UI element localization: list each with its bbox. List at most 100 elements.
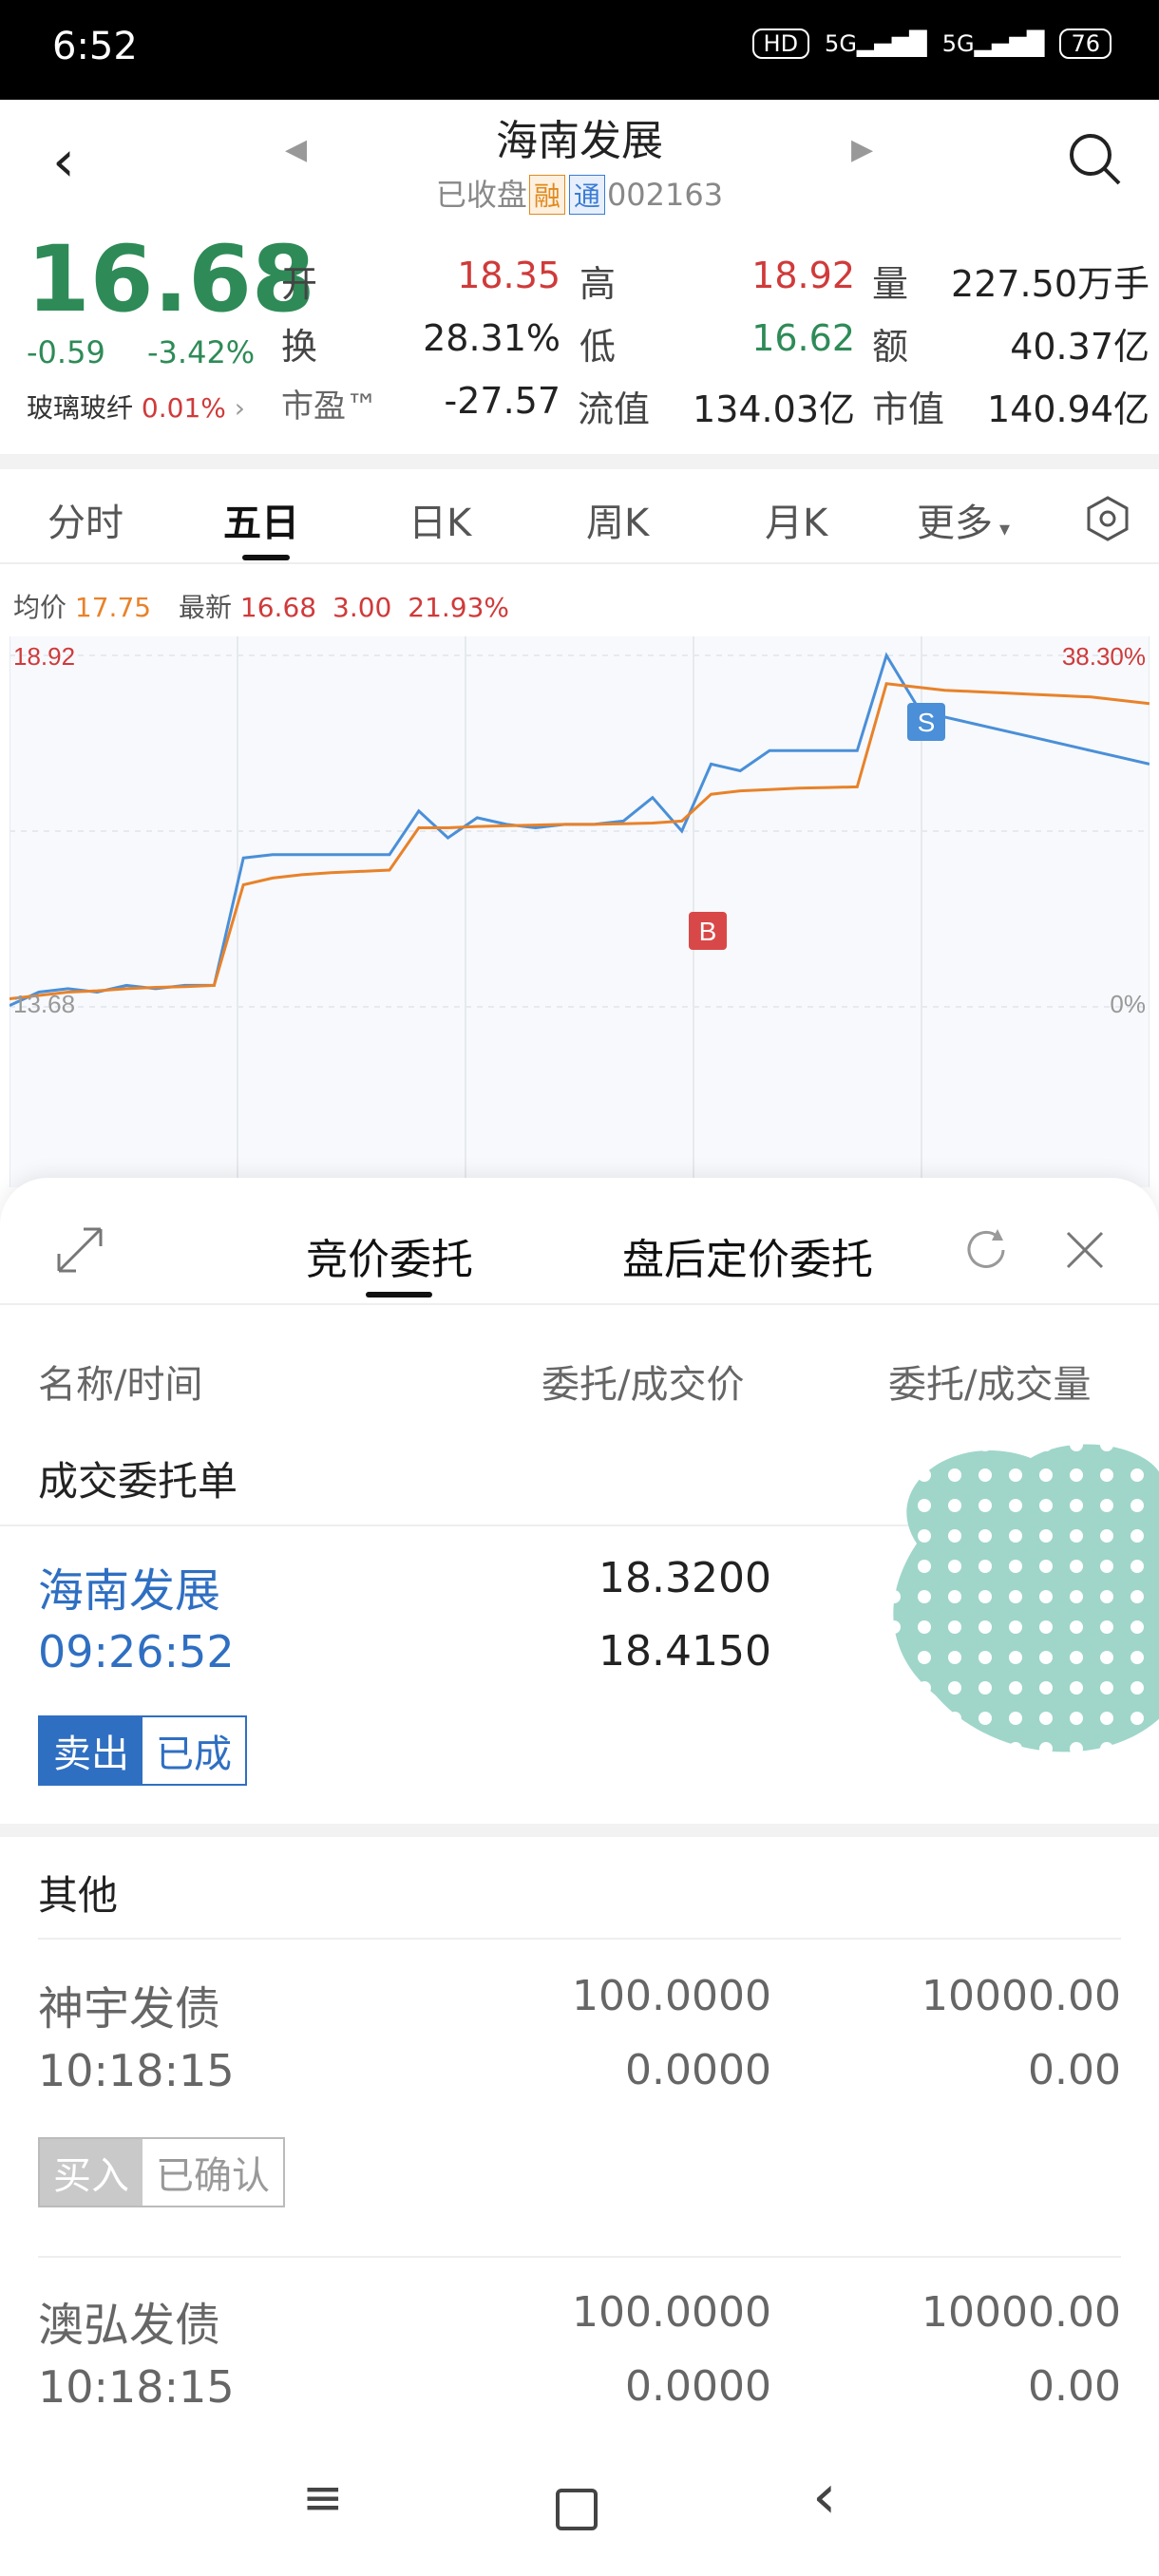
mcap-label: 市值 [872,388,945,430]
other-status-badge: 买入 已确认 [38,2137,285,2207]
side-label: 卖出 [40,1717,142,1784]
signal-icon: 5G▂▄▆█ [825,30,927,57]
tab-weekly-k[interactable]: 周K [586,492,649,547]
current-price: 16.68 [27,226,315,332]
other-qty: 10000.00 [922,1972,1121,2020]
other-price-2: 100.0000 [572,2288,771,2337]
chart-background [10,636,1150,1187]
other-filled-price-2: 0.0000 [625,2362,771,2411]
other-name[interactable]: 神宇发债 [38,1971,220,2037]
price-change: -0.59 [27,334,105,370]
y-top-label: 18.92 [13,642,75,671]
col-name-time: 名称/时间 [38,1363,203,1407]
tab-five-day[interactable]: 五日 [223,492,299,547]
amount-value: 40.37亿 [1010,326,1150,368]
margin-tag: 融 [528,175,565,215]
high-label: 高 [580,263,617,305]
sector-link[interactable]: 玻璃玻纤 0.01% › [27,388,245,426]
other-filled-qty: 0.00 [1028,2046,1121,2094]
y-bottom-pct-label: 0% [1110,990,1146,1018]
net2-label: 5G [941,30,975,57]
sheet-tab-indicator [366,1292,432,1297]
latest-change: 3.00 [332,592,392,623]
other-qty-2: 10000.00 [922,2288,1121,2337]
battery-icon: 76 [1059,28,1112,59]
volume-label: 量 [872,263,909,305]
net1-label: 5G [825,30,857,57]
tab-intraday[interactable]: 分时 [48,492,124,547]
amount-label: 额 [872,326,909,368]
tab-indicator [242,555,290,560]
state-label: 已成 [156,1733,232,1776]
more-label: 更多 [917,502,993,545]
tab-daily-k[interactable]: 日K [408,492,471,547]
decorative-blob [893,1444,1159,1752]
order-filled-price: 18.4150 [598,1627,771,1676]
divider [38,2256,1121,2258]
divider [0,562,1159,564]
chart-legend: 均价 17.75 最新 16.68 3.00 21.93% [13,587,509,625]
refresh-icon[interactable] [961,1225,1011,1275]
state-label: 已确认 [156,2154,270,2198]
trade-marker-label: S [918,708,936,737]
order-name[interactable]: 海南发展 [38,1553,220,1619]
trade-marker-label: B [699,917,717,946]
status-icons: HD 5G▂▄▆█ 5G▂▄▆█ 76 [751,28,1112,59]
turnover-value: 28.31% [423,317,560,359]
open-label: 开 [281,263,318,305]
settings-icon[interactable] [1083,494,1132,543]
order-status-badge: 卖出 已成 [38,1715,247,1786]
side-label: 买入 [40,2139,142,2206]
tab-auction-order[interactable]: 竞价委托 [306,1225,473,1286]
avg-label: 均价 [13,592,67,623]
float-label: 流值 [578,388,651,430]
col-quantity: 委托/成交量 [888,1363,1092,1407]
y-top-pct-label: 38.30% [1062,642,1146,671]
latest-value: 16.68 [239,592,317,623]
pe-label: 市盈™ [281,388,378,426]
tab-more[interactable]: 更多 ▾ [917,492,1010,547]
other-price: 100.0000 [572,1972,771,2020]
divider [38,1938,1121,1940]
sector-name: 玻璃玻纤 [27,392,134,424]
signal-icon-2: 5G▂▄▆█ [941,30,1045,57]
market-status: 已收盘 [435,177,527,213]
tab-after-hours-order[interactable]: 盘后定价委托 [622,1225,873,1286]
status-time: 6:52 [52,25,138,68]
other-name-2[interactable]: 澳弘发债 [38,2287,220,2354]
volume-value: 227.50万手 [951,263,1150,305]
pe-value: -27.57 [444,380,561,422]
latest-label: 最新 [179,592,233,623]
stock-code: 002163 [606,177,724,213]
float-value: 134.03亿 [693,388,855,430]
expand-icon[interactable] [55,1225,104,1275]
other-filled-qty-2: 0.00 [1028,2362,1121,2411]
back-nav-icon[interactable]: ‹ [812,2462,837,2532]
latest-change-pct: 21.93% [408,592,510,623]
section-other: 其他 [38,1872,119,1919]
search-icon[interactable] [1064,128,1125,189]
menu-icon[interactable]: ≡ [302,2470,344,2527]
price-change-pct: -3.42% [147,334,256,370]
open-value: 18.35 [457,255,560,296]
stock-subtitle: 已收盘融通 002163 [0,171,1159,215]
chevron-right-icon: › [234,392,245,424]
sector-pct: 0.01% [141,392,226,424]
high-value: 18.92 [751,255,855,296]
divider [0,1824,1159,1837]
close-icon[interactable] [1062,1227,1108,1273]
stock-title: 海南发展 [496,117,663,165]
turnover-label: 换 [281,326,318,368]
col-price: 委托/成交价 [542,1363,745,1407]
other-time: 10:18:15 [38,2045,235,2096]
tab-monthly-k[interactable]: 月K [765,492,827,547]
order-price: 18.3200 [598,1554,771,1602]
hd-icon: HD [751,28,810,59]
other-time-2: 10:18:15 [38,2361,235,2413]
five-day-chart[interactable]: 18.92 38.30% 13.68 0% B S [10,636,1150,1187]
divider [0,454,1159,469]
status-bar: 6:52 HD 5G▂▄▆█ 5G▂▄▆█ 76 [0,0,1159,100]
home-icon[interactable] [556,2489,598,2530]
mcap-value: 140.94亿 [987,388,1150,430]
other-filled-price: 0.0000 [625,2046,771,2094]
